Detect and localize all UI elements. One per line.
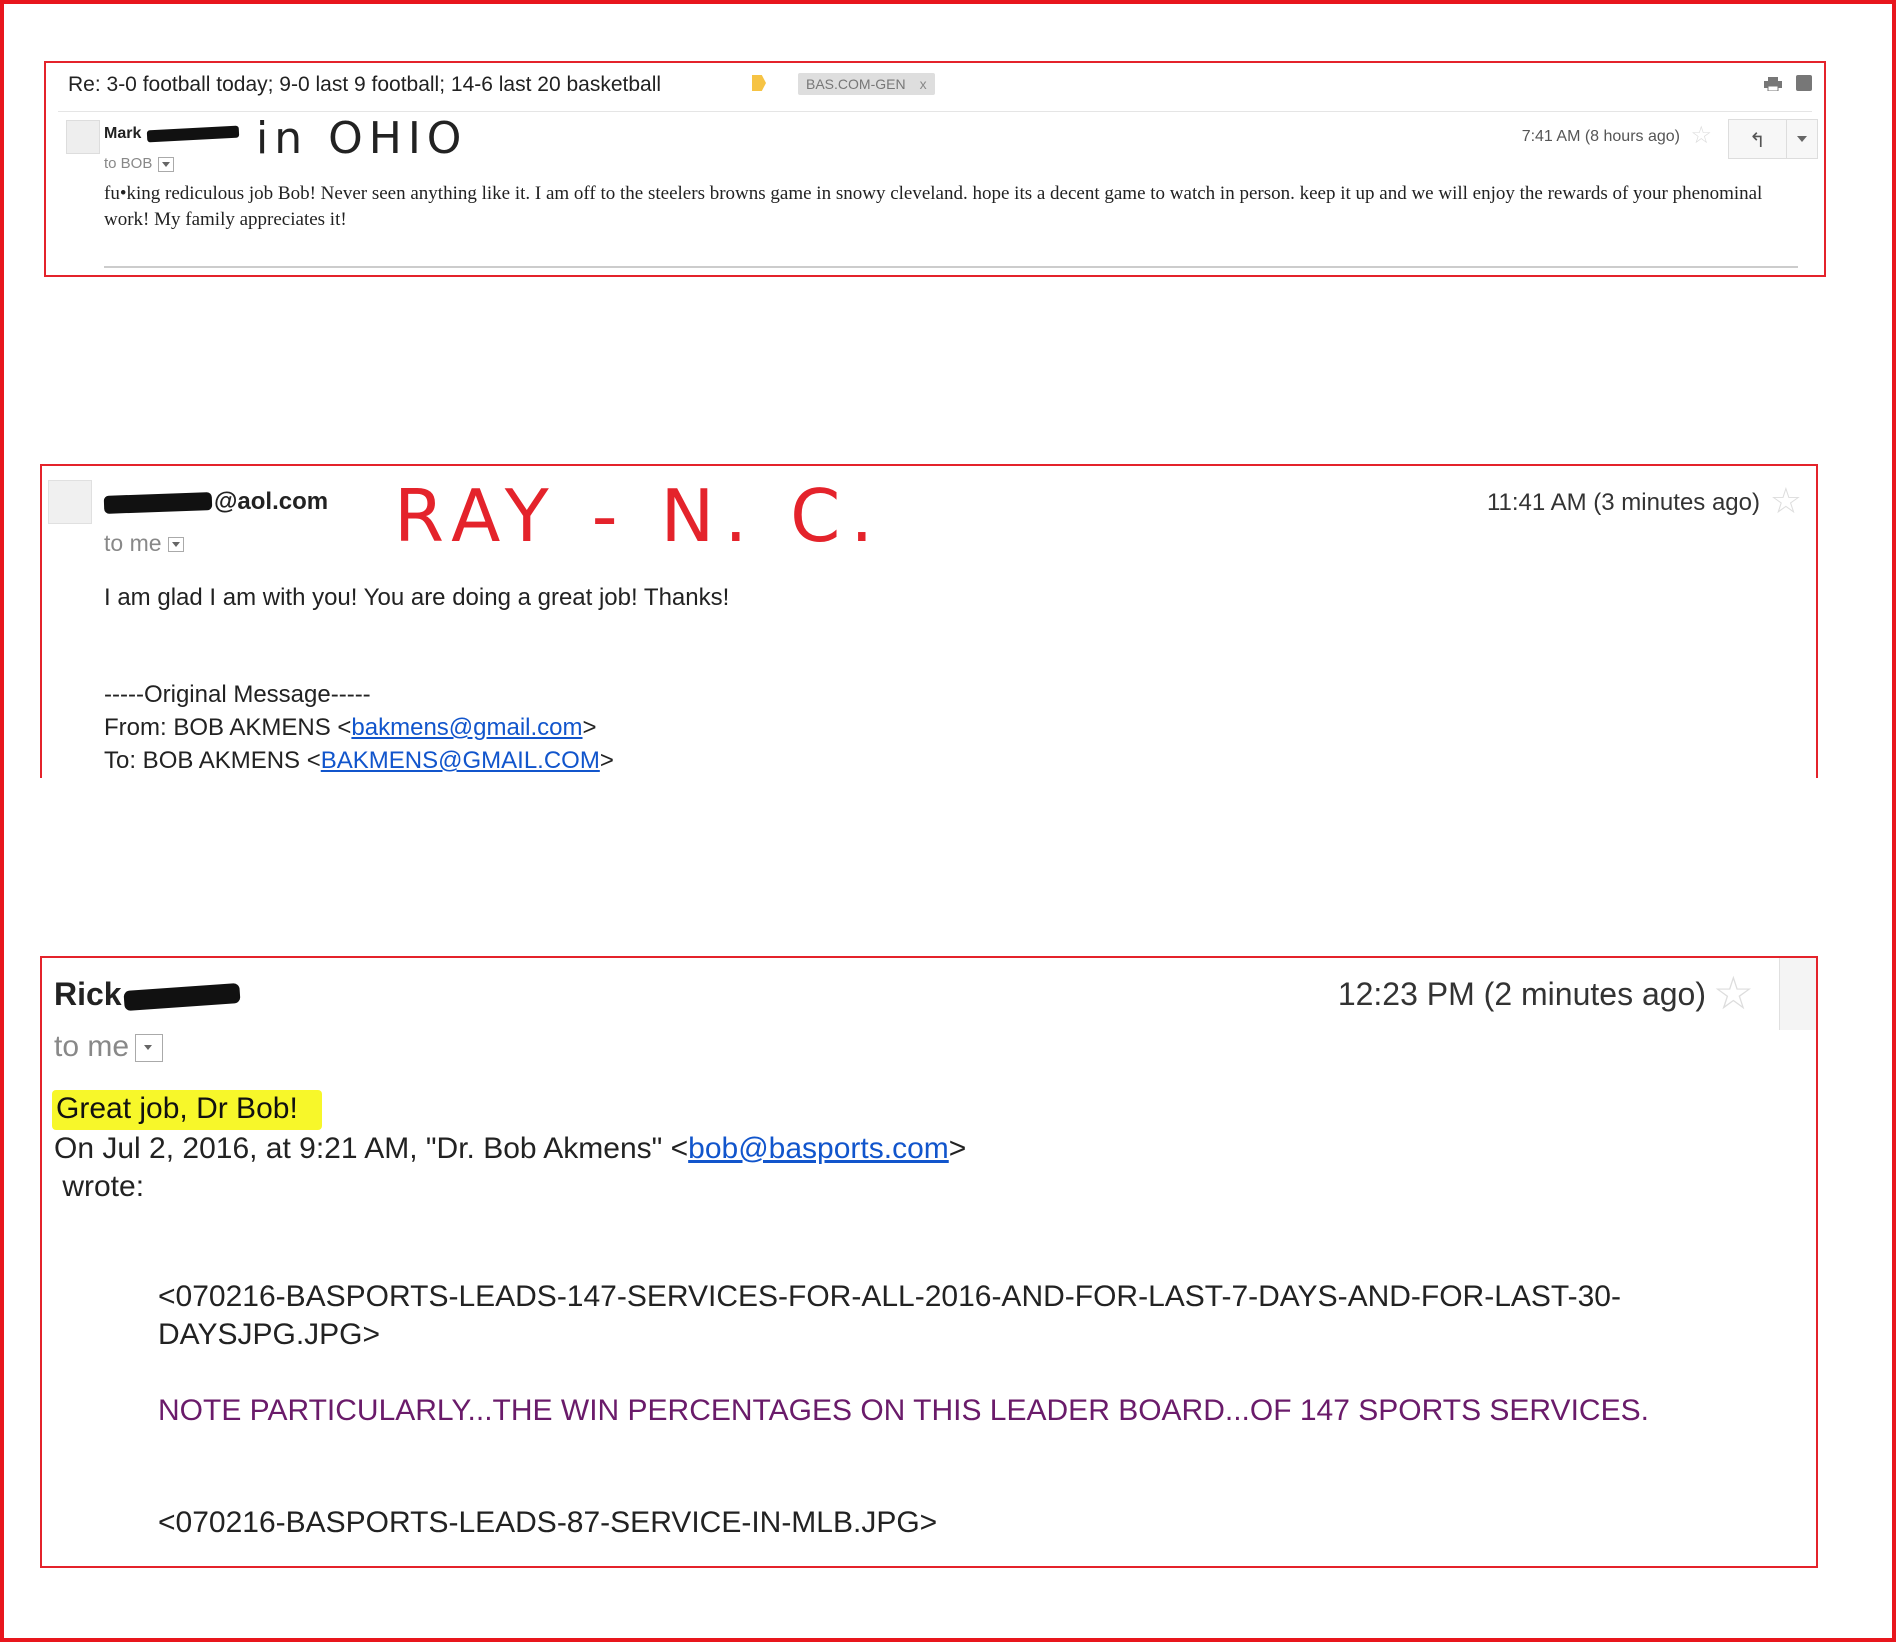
chevron-down-icon[interactable] [135, 1034, 164, 1063]
recipient-text: to me [104, 530, 162, 556]
sender-name[interactable]: Mark [104, 125, 240, 143]
redaction-mark [147, 125, 240, 143]
sender-first-name: Rick [54, 976, 122, 1012]
avatar [66, 120, 100, 154]
original-from-line: From: BOB AKMENS <bakmens@gmail.com> [104, 711, 614, 744]
original-message: -----Original Message----- From: BOB AKM… [104, 678, 614, 777]
star-icon[interactable]: ☆ [1770, 480, 1802, 522]
quote-wrote: wrote: [54, 1170, 145, 1203]
from-email-link[interactable]: bakmens@gmail.com [351, 714, 582, 741]
star-icon[interactable]: ☆ [1690, 121, 1712, 150]
highlighted-reply: Great job, Dr Bob! [52, 1090, 322, 1130]
chevron-down-icon[interactable] [158, 156, 175, 172]
sender-domain: @aol.com [214, 488, 329, 515]
recipient-line[interactable]: to me [104, 530, 184, 557]
from-prefix: From: BOB AKMENS < [104, 714, 352, 741]
to-email-link[interactable]: BAKMENS@GMAIL.COM [321, 747, 600, 774]
popout-icon[interactable] [1796, 75, 1812, 91]
sender-name[interactable]: Rick [54, 976, 241, 1013]
note-text: NOTE PARTICULARLY...THE WIN PERCENTAGES … [158, 1394, 1649, 1427]
sender-first-name: Mark [104, 125, 142, 142]
divider [58, 111, 1812, 112]
handwritten-annotation: in OHIO [256, 113, 468, 164]
email-card-mark: Re: 3-0 football today; 9-0 last 9 footb… [44, 61, 1826, 277]
chevron-down-icon[interactable] [167, 537, 184, 553]
to-suffix: > [599, 747, 614, 774]
recipient-text: to me [54, 1030, 130, 1063]
quote-prefix: On Jul 2, 2016, at 9:21 AM, "Dr. Bob Akm… [54, 1132, 689, 1165]
original-to-line: To: BOB AKMENS <BAKMENS@GMAIL.COM> [104, 744, 614, 777]
sender-name[interactable]: @aol.com [103, 488, 329, 516]
attachment-reference: <070216-BASPORTS-LEADS-87-SERVICE-IN-MLB… [158, 1506, 938, 1539]
email-card-ray: @aol.com RAY - N. C. to me 11:41 AM (3 m… [40, 464, 1818, 778]
quote-suffix: > [948, 1132, 967, 1165]
timestamp: 12:23 PM (2 minutes ago) [1337, 976, 1706, 1012]
original-message-header: -----Original Message----- [104, 681, 371, 708]
quote-line: On Jul 2, 2016, at 9:21 AM, "Dr. Bob Akm… [54, 1130, 966, 1168]
label-tag-icon[interactable] [752, 75, 766, 91]
attachment-reference: <070216-BASPORTS-LEADS-147-SERVICES-FOR-… [158, 1280, 1621, 1351]
reply-button[interactable]: ↰ [1728, 119, 1788, 159]
quote-header: On Jul 2, 2016, at 9:21 AM, "Dr. Bob Akm… [54, 1130, 966, 1206]
side-panel [1779, 958, 1816, 1030]
more-options-button[interactable] [1786, 119, 1818, 159]
avatar [48, 480, 92, 524]
timestamp: 7:41 AM (8 hours ago) [1521, 128, 1680, 145]
star-icon[interactable]: ☆ [1713, 966, 1754, 1020]
label-chip-close-icon[interactable]: x [920, 76, 927, 92]
email-subject: Re: 3-0 football today; 9-0 last 9 footb… [68, 73, 662, 96]
label-chip-text: BAS.COM-GEN [806, 76, 906, 92]
divider [104, 266, 1798, 268]
recipient-line[interactable]: to me [54, 1030, 164, 1064]
email-card-rick: Rick to me 12:23 PM (2 minutes ago) ☆ Gr… [40, 956, 1818, 1568]
from-suffix: > [582, 714, 597, 741]
handwritten-annotation: RAY - N. C. [394, 474, 884, 558]
reply-icon: ↰ [1749, 130, 1766, 152]
print-icon[interactable] [1764, 77, 1782, 91]
email-body: fu•king rediculous job Bob! Never seen a… [104, 183, 1763, 230]
redaction-mark [103, 491, 213, 514]
redaction-mark [123, 982, 241, 1011]
timestamp: 11:41 AM (3 minutes ago) [1486, 489, 1760, 516]
label-chip[interactable]: BAS.COM-GEN x [798, 73, 935, 95]
to-prefix: To: BOB AKMENS < [104, 747, 321, 774]
quote-email-link[interactable]: bob@basports.com [688, 1132, 949, 1165]
recipient-line[interactable]: to BOB [104, 155, 175, 172]
recipient-text: to BOB [104, 155, 153, 172]
email-body: I am glad I am with you! You are doing a… [104, 584, 730, 611]
